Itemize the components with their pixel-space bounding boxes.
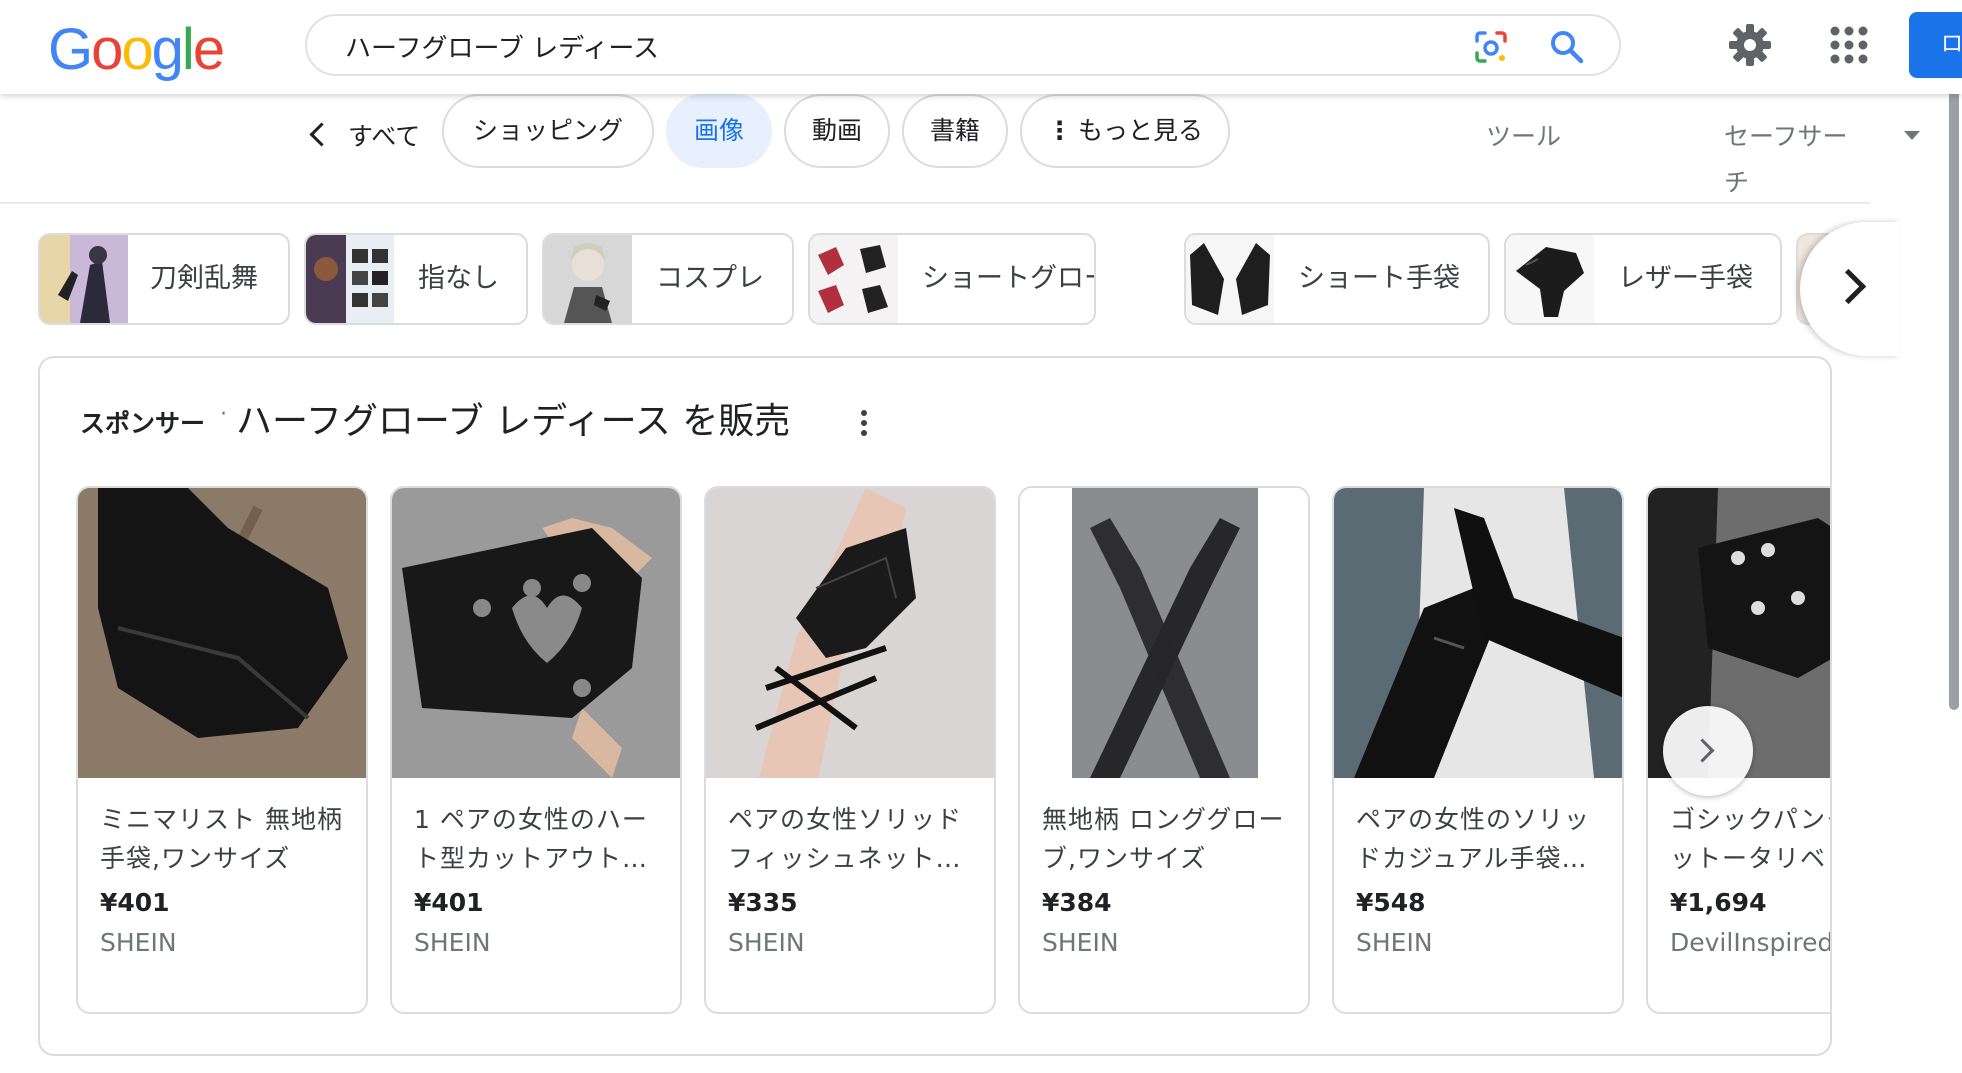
product-price: ¥401 [100,888,170,917]
chip-thumbnail [306,235,394,323]
product-price: ¥335 [728,888,798,917]
tools-button[interactable]: ツール [1486,114,1561,160]
product-store: SHEIN [1356,928,1433,957]
related-chip[interactable]: ショート手袋 [1184,233,1490,325]
carousel-next-button[interactable] [1663,706,1753,796]
signin-button[interactable]: ロ [1909,12,1962,78]
tab-images[interactable]: 画像 [666,94,772,168]
search-input[interactable] [343,26,1427,66]
chip-thumbnail [1186,235,1274,323]
chip-label: レザー手袋 [1618,263,1753,294]
tab-all[interactable]: すべて [305,114,420,160]
tab-more-label: もっと見る [1077,116,1203,145]
product-image [392,488,680,778]
product-price: ¥548 [1356,888,1426,917]
search-box[interactable] [305,14,1621,76]
logo-letter: o [121,17,153,82]
more-vert-icon: ⋮ [1046,116,1072,145]
google-logo[interactable]: Google [48,14,225,86]
product-store: SHEIN [414,928,491,957]
product-price: ¥401 [414,888,484,917]
chip-thumbnail [1506,235,1594,323]
related-chip[interactable]: ショートグローブ [808,233,1096,325]
tab-videos[interactable]: 動画 [784,94,890,168]
tab-books[interactable]: 書籍 [902,94,1008,168]
chip-label: コスプレ [656,263,764,294]
product-name: ペアの女性のソリッドカジュアル手袋… [1356,805,1591,873]
tab-all-label: すべて [348,122,421,151]
chip-label: 指なし [418,263,499,294]
product-card[interactable]: ミニマリスト 無地柄 手袋,ワンサイズ ¥401 SHEIN [76,486,368,1014]
related-chip[interactable]: 刀剣乱舞 [38,233,290,325]
sponsored-title: ハーフグローブ レディース を販売 [236,401,791,442]
chevron-right-icon [1690,738,1715,763]
product-image [1020,488,1308,778]
google-lens-icon[interactable] [1471,27,1511,67]
more-options-icon[interactable] [860,410,868,440]
product-price: ¥384 [1042,888,1112,917]
sponsored-label: スポンサー [80,409,206,438]
product-card[interactable]: 1 ペアの女性のハート型カットアウト… ¥401 SHEIN [390,486,682,1014]
product-card[interactable]: ペアの女性のソリッドカジュアル手袋… ¥548 SHEIN [1332,486,1624,1014]
product-price: ¥1,694 [1670,888,1767,917]
search-tabs: すべて ショッピング 画像 動画 書籍 ⋮ もっと見る ツール セーフサーチ [0,94,1920,206]
product-store: SHEIN [100,928,177,957]
product-store: DevilInspired [1670,928,1832,957]
product-card[interactable]: 無地柄 ロンググローブ,ワンサイズ ¥384 SHEIN [1018,486,1310,1014]
scrollbar[interactable] [1949,60,1959,710]
sponsored-products-panel: スポンサー · ハーフグローブ レディース を販売 ミニマリスト 無地柄 手袋,… [38,356,1832,1056]
header: Google ハーフグローブ レディース ロ [0,0,1962,94]
product-name: ゴシックパンクリベットータリベット [1670,805,1830,873]
logo-letter: G [48,17,93,82]
tab-more[interactable]: ⋮ もっと見る [1020,94,1230,168]
related-chip[interactable]: レザー手袋 [1504,233,1782,325]
logo-letter: o [91,17,123,82]
chip-label: ショート手袋 [1298,263,1460,294]
product-card[interactable]: ペアの女性ソリッドフィッシュネット… ¥335 SHEIN [704,486,996,1014]
product-name: 無地柄 ロンググローブ,ワンサイズ [1042,805,1285,873]
tab-shopping[interactable]: ショッピング [442,94,654,168]
product-store: SHEIN [1042,928,1119,957]
chevron-right-icon [1830,268,1867,305]
logo-letter: l [181,17,195,82]
related-chip[interactable]: 指なし [304,233,528,325]
related-searches: 刀剣乱舞 指なし コスプレ ショートグローブ [38,233,1870,325]
product-name: ミニマリスト 無地柄 手袋,ワンサイズ [100,805,343,873]
search-icon[interactable] [1547,27,1587,67]
product-name: 1 ペアの女性のハート型カットアウト… [414,805,649,873]
chevron-left-icon [309,122,334,147]
gear-icon[interactable] [1727,22,1773,68]
chip-thumbnail [810,235,898,323]
product-image [1334,488,1622,778]
caret-down-icon[interactable] [1904,131,1920,140]
product-carousel: ミニマリスト 無地柄 手袋,ワンサイズ ¥401 SHEIN 1 ペアの女性のハ… [76,486,1832,1026]
separator: · [220,402,227,427]
product-name: ペアの女性ソリッドフィッシュネット… [728,805,963,873]
logo-letter: g [151,17,184,82]
chip-label: ショートグローブ [922,263,1094,294]
product-image [706,488,994,778]
grid-apps-icon[interactable] [1828,24,1870,66]
product-store: SHEIN [728,928,805,957]
safesearch-button[interactable]: セーフサーチ [1724,114,1870,206]
product-image [78,488,366,778]
logo-letter: e [192,17,225,82]
chip-thumbnail [544,235,632,323]
chip-thumbnail [40,235,128,323]
chip-label: 刀剣乱舞 [150,263,258,294]
related-chip[interactable]: コスプレ [542,233,794,325]
